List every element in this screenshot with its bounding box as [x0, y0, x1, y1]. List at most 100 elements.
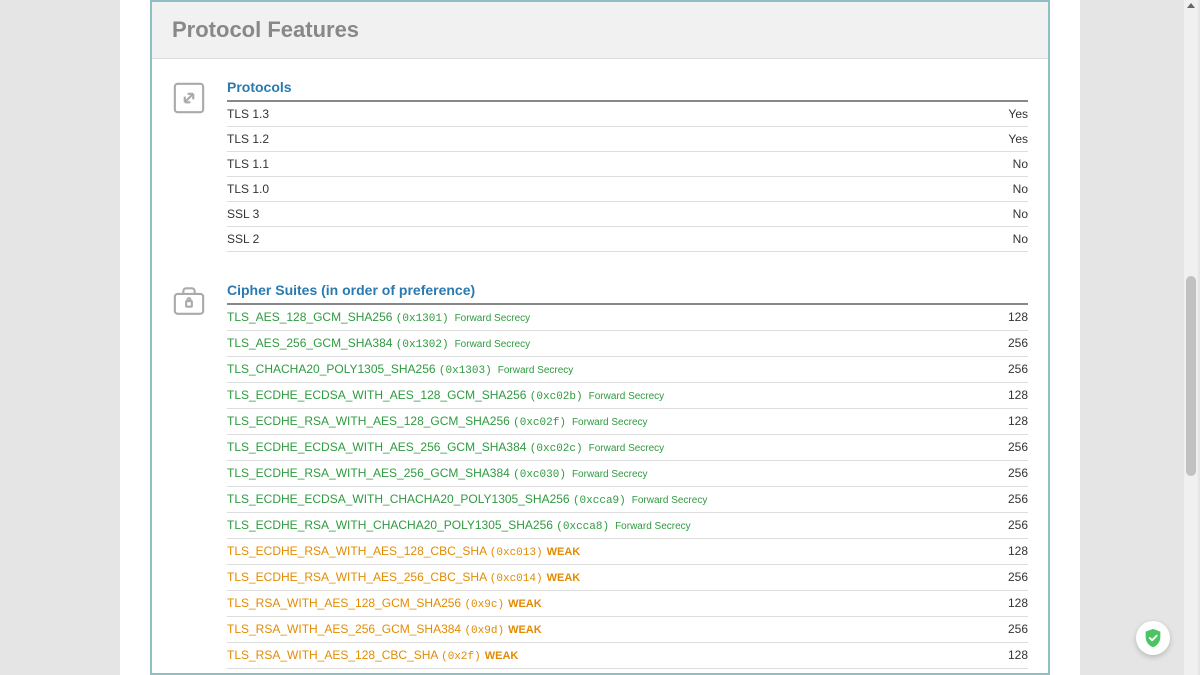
protocol-name: TLS 1.0: [227, 182, 988, 196]
shield-badge[interactable]: [1136, 621, 1170, 655]
scrollbar[interactable]: [1184, 0, 1198, 675]
cipher-name: TLS_ECDHE_RSA_WITH_AES_128_CBC_SHA: [227, 544, 490, 558]
cipher-hex: (0x1301): [396, 313, 449, 325]
weak-tag: WEAK: [508, 598, 542, 610]
cipher-name: TLS_AES_256_GCM_SHA384: [227, 336, 396, 350]
cipher-hex: (0xcca9): [573, 495, 626, 507]
cipher-hex: (0xc030): [513, 469, 566, 481]
protocol-value: No: [988, 157, 1028, 171]
cipher-bits: 128: [988, 596, 1028, 610]
cipher-bits: 128: [988, 388, 1028, 402]
cipher-bits: 256: [988, 362, 1028, 376]
cipher-left: TLS_ECDHE_RSA_WITH_AES_256_CBC_SHA (0xc0…: [227, 570, 988, 585]
weak-tag: WEAK: [485, 650, 519, 662]
protocols-title: Protocols: [227, 79, 1028, 102]
table-row: TLS_ECDHE_ECDSA_WITH_CHACHA20_POLY1305_S…: [227, 487, 1028, 513]
forward-secrecy-tag: Forward Secrecy: [455, 339, 531, 350]
table-row: SSL 3No: [227, 202, 1028, 227]
table-row: TLS_ECDHE_RSA_WITH_AES_128_GCM_SHA256 (0…: [227, 409, 1028, 435]
protocol-name: SSL 3: [227, 207, 988, 221]
cipher-hex: (0xc013): [490, 547, 543, 559]
cipher-name: TLS_ECDHE_ECDSA_WITH_AES_256_GCM_SHA384: [227, 440, 530, 454]
forward-secrecy-tag: Forward Secrecy: [498, 365, 574, 376]
protocol-value: Yes: [988, 107, 1028, 121]
protocol-value: Yes: [988, 132, 1028, 146]
protocol-value: No: [988, 232, 1028, 246]
protocols-rows: TLS 1.3YesTLS 1.2YesTLS 1.1NoTLS 1.0NoSS…: [227, 102, 1028, 252]
briefcase-lock-icon: [172, 282, 217, 675]
cipher-hex: (0xc02c): [530, 443, 583, 455]
weak-tag: WEAK: [508, 624, 542, 636]
protocol-features-panel: Protocol Features Protocols TLS 1.3YesTL…: [150, 0, 1050, 675]
table-row: TLS_RSA_WITH_AES_128_CBC_SHA (0x2f) WEAK 1…: [227, 643, 1028, 669]
protocol-name: TLS 1.1: [227, 157, 988, 171]
table-row: TLS_RSA_WITH_AES_256_CBC_SHA (0x35)WEAK2…: [227, 669, 1028, 675]
cipher-name: TLS_ECDHE_RSA_WITH_AES_256_CBC_SHA: [227, 570, 490, 584]
forward-secrecy-tag: Forward Secrecy: [615, 521, 691, 532]
cipher-name: TLS_ECDHE_ECDSA_WITH_AES_128_GCM_SHA256: [227, 388, 530, 402]
table-row: TLS 1.3Yes: [227, 102, 1028, 127]
cipher-hex: (0x1303): [439, 365, 492, 377]
cipher-bits: 128: [988, 544, 1028, 558]
cipher-bits: 128: [988, 414, 1028, 428]
cipher-left: TLS_ECDHE_ECDSA_WITH_AES_128_GCM_SHA256 …: [227, 388, 988, 403]
table-row: TLS_ECDHE_ECDSA_WITH_AES_256_GCM_SHA384 …: [227, 435, 1028, 461]
cipher-hex: (0xc02b): [530, 391, 583, 403]
cipher-name: TLS_ECDHE_ECDSA_WITH_CHACHA20_POLY1305_S…: [227, 492, 573, 506]
table-row: TLS_RSA_WITH_AES_128_GCM_SHA256 (0x9c)WE…: [227, 591, 1028, 617]
weak-tag: WEAK: [547, 572, 581, 584]
table-row: TLS_AES_128_GCM_SHA256 (0x1301) Forward S…: [227, 305, 1028, 331]
cipher-name: TLS_AES_128_GCM_SHA256: [227, 310, 396, 324]
table-row: TLS 1.0No: [227, 177, 1028, 202]
ciphers-content: Cipher Suites (in order of preference) T…: [227, 282, 1028, 675]
cipher-name: TLS_ECDHE_RSA_WITH_AES_256_GCM_SHA384: [227, 466, 513, 480]
cipher-name: TLS_ECDHE_RSA_WITH_AES_128_GCM_SHA256: [227, 414, 513, 428]
cipher-left: TLS_CHACHA20_POLY1305_SHA256 (0x1303) For…: [227, 362, 988, 377]
cipher-bits: 256: [988, 518, 1028, 532]
cipher-hex: (0xc02f): [513, 417, 566, 429]
expand-icon: [172, 79, 217, 252]
cipher-bits: 256: [988, 622, 1028, 636]
table-row: TLS_ECDHE_ECDSA_WITH_AES_128_GCM_SHA256 …: [227, 383, 1028, 409]
scroll-up-arrow-icon[interactable]: [1187, 3, 1195, 8]
scroll-thumb[interactable]: [1186, 276, 1196, 476]
cipher-left: TLS_RSA_WITH_AES_128_GCM_SHA256 (0x9c)WE…: [227, 596, 988, 611]
protocol-value: No: [988, 207, 1028, 221]
protocol-name: TLS 1.2: [227, 132, 988, 146]
main-container: Protocol Features Protocols TLS 1.3YesTL…: [120, 0, 1080, 675]
protocol-name: TLS 1.3: [227, 107, 988, 121]
table-row: TLS_ECDHE_RSA_WITH_AES_256_CBC_SHA (0xc0…: [227, 565, 1028, 591]
cipher-left: TLS_ECDHE_RSA_WITH_CHACHA20_POLY1305_SHA…: [227, 518, 988, 533]
cipher-name: TLS_CHACHA20_POLY1305_SHA256: [227, 362, 439, 376]
cipher-hex: (0x1302): [396, 339, 449, 351]
table-row: TLS_ECDHE_RSA_WITH_CHACHA20_POLY1305_SHA…: [227, 513, 1028, 539]
table-row: TLS_AES_256_GCM_SHA384 (0x1302) Forward S…: [227, 331, 1028, 357]
cipher-left: TLS_ECDHE_ECDSA_WITH_CHACHA20_POLY1305_S…: [227, 492, 988, 507]
ciphers-title: Cipher Suites (in order of preference): [227, 282, 1028, 305]
ciphers-rows: TLS_AES_128_GCM_SHA256 (0x1301) Forward S…: [227, 305, 1028, 675]
cipher-left: TLS_RSA_WITH_AES_256_GCM_SHA384 (0x9d)WE…: [227, 622, 988, 637]
cipher-name: TLS_RSA_WITH_AES_256_GCM_SHA384: [227, 622, 464, 636]
cipher-left: TLS_ECDHE_RSA_WITH_AES_256_GCM_SHA384 (0…: [227, 466, 988, 481]
cipher-hex: (0x9c): [464, 599, 504, 611]
forward-secrecy-tag: Forward Secrecy: [589, 391, 665, 402]
cipher-name: TLS_RSA_WITH_AES_128_CBC_SHA: [227, 648, 441, 662]
forward-secrecy-tag: Forward Secrecy: [632, 495, 708, 506]
weak-tag: WEAK: [547, 546, 581, 558]
forward-secrecy-tag: Forward Secrecy: [455, 313, 531, 324]
panel-title: Protocol Features: [172, 17, 1028, 43]
cipher-bits: 256: [988, 466, 1028, 480]
protocols-content: Protocols TLS 1.3YesTLS 1.2YesTLS 1.1NoT…: [227, 79, 1028, 252]
cipher-bits: 256: [988, 440, 1028, 454]
cipher-bits: 256: [988, 570, 1028, 584]
forward-secrecy-tag: Forward Secrecy: [589, 443, 665, 454]
protocols-section: Protocols TLS 1.3YesTLS 1.2YesTLS 1.1NoT…: [172, 79, 1028, 252]
forward-secrecy-tag: Forward Secrecy: [572, 417, 648, 428]
cipher-left: TLS_ECDHE_ECDSA_WITH_AES_256_GCM_SHA384 …: [227, 440, 988, 455]
cipher-bits: 128: [988, 648, 1028, 662]
forward-secrecy-tag: Forward Secrecy: [572, 469, 648, 480]
table-row: SSL 2No: [227, 227, 1028, 252]
table-row: TLS 1.1No: [227, 152, 1028, 177]
table-row: TLS_ECDHE_RSA_WITH_AES_256_GCM_SHA384 (0…: [227, 461, 1028, 487]
cipher-hex: (0x2f): [441, 651, 481, 663]
